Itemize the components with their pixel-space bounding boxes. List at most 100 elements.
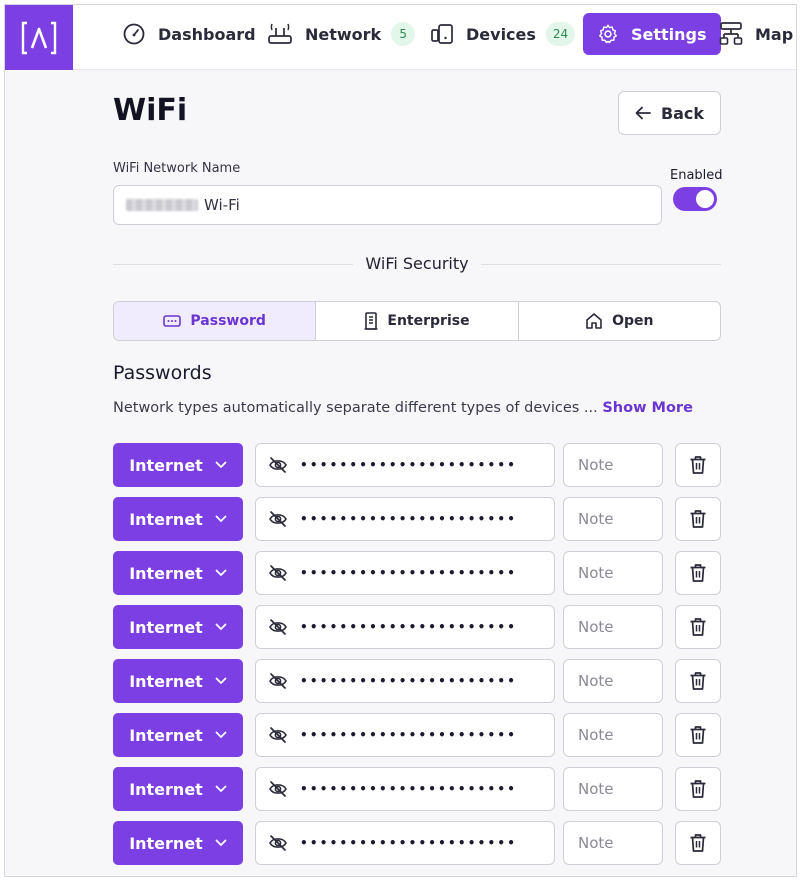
page-title: WiFi (113, 93, 188, 128)
eye-off-icon[interactable] (268, 834, 288, 852)
delete-button[interactable] (675, 551, 721, 595)
masked-password: •••••••••••••••••••••• (300, 566, 518, 580)
eye-off-icon[interactable] (268, 672, 288, 690)
password-field[interactable]: •••••••••••••••••••••• (255, 659, 555, 703)
delete-button[interactable] (675, 443, 721, 487)
note-input[interactable] (563, 605, 663, 649)
nav-devices[interactable]: Devices 24 (430, 13, 576, 55)
back-button[interactable]: Back (618, 91, 721, 135)
trash-icon (690, 726, 706, 744)
network-type-label: Internet (129, 779, 203, 799)
password-row: Internet •••••••••••••••••••••• (113, 605, 723, 649)
network-type-label: Internet (129, 671, 203, 691)
eye-off-icon[interactable] (268, 456, 288, 474)
eye-off-icon[interactable] (268, 618, 288, 636)
chevron-down-icon (215, 677, 227, 684)
note-input[interactable] (563, 443, 663, 487)
note-input[interactable] (563, 659, 663, 703)
security-option-enterprise[interactable]: Enterprise (316, 302, 519, 340)
password-row: Internet •••••••••••••••••••••• (113, 551, 723, 595)
nav-settings[interactable]: Settings (583, 13, 721, 55)
note-input[interactable] (563, 551, 663, 595)
network-type-dropdown[interactable]: Internet (113, 713, 243, 757)
eye-off-icon[interactable] (268, 780, 288, 798)
network-type-label: Internet (129, 725, 203, 745)
password-field[interactable]: •••••••••••••••••••••• (255, 767, 555, 811)
password-row: Internet •••••••••••••••••••••• (113, 497, 723, 541)
network-type-dropdown[interactable]: Internet (113, 443, 243, 487)
network-type-dropdown[interactable]: Internet (113, 767, 243, 811)
home-icon (586, 313, 602, 329)
masked-password: •••••••••••••••••••••• (300, 620, 518, 634)
passwords-heading: Passwords (113, 362, 212, 384)
note-input[interactable] (563, 497, 663, 541)
password-row: Internet •••••••••••••••••••••• (113, 713, 723, 757)
delete-button[interactable] (675, 713, 721, 757)
password-field[interactable]: •••••••••••••••••••••• (255, 497, 555, 541)
network-name-label: WiFi Network Name (113, 161, 241, 176)
nav-map[interactable]: Map (719, 13, 793, 55)
password-field[interactable]: •••••••••••••••••••••• (255, 605, 555, 649)
security-option-label: Enterprise (387, 313, 470, 329)
delete-button[interactable] (675, 605, 721, 649)
security-option-label: Open (612, 313, 654, 329)
eye-off-icon[interactable] (268, 510, 288, 528)
network-type-dropdown[interactable]: Internet (113, 551, 243, 595)
app-logo[interactable] (5, 5, 73, 70)
note-input[interactable] (563, 821, 663, 865)
enabled-label: Enabled (670, 168, 723, 183)
password-field[interactable]: •••••••••••••••••••••• (255, 713, 555, 757)
security-option-password[interactable]: Password (114, 302, 317, 340)
show-more-link[interactable]: Show More (602, 400, 693, 416)
network-type-dropdown[interactable]: Internet (113, 497, 243, 541)
eye-off-icon[interactable] (268, 726, 288, 744)
password-field[interactable]: •••••••••••••••••••••• (255, 551, 555, 595)
chevron-down-icon (215, 785, 227, 792)
delete-button[interactable] (675, 767, 721, 811)
masked-password: •••••••••••••••••••••• (300, 458, 518, 472)
network-type-dropdown[interactable]: Internet (113, 605, 243, 649)
trash-icon (690, 510, 706, 528)
gear-icon (599, 24, 617, 44)
chevron-down-icon (215, 515, 227, 522)
password-icon (163, 315, 182, 327)
password-list: Internet •••••••••••••••••••••• Internet (113, 443, 723, 875)
back-button-label: Back (660, 103, 705, 123)
nav-dashboard[interactable]: Dashboard (122, 13, 256, 55)
note-input[interactable] (563, 713, 663, 757)
nav-map-label: Map (755, 24, 794, 44)
security-option-open[interactable]: Open (519, 302, 720, 340)
chevron-down-icon (215, 623, 227, 630)
password-row: Internet •••••••••••••••••••••• (113, 443, 723, 487)
nav-dashboard-label: Dashboard (158, 24, 256, 44)
enabled-toggle[interactable] (673, 187, 717, 211)
network-type-label: Internet (129, 455, 203, 475)
nav-devices-label: Devices (466, 24, 536, 44)
network-type-dropdown[interactable]: Internet (113, 821, 243, 865)
delete-button[interactable] (675, 497, 721, 541)
masked-password: •••••••••••••••••••••• (300, 782, 518, 796)
password-row: Internet •••••••••••••••••••••• (113, 659, 723, 703)
delete-button[interactable] (675, 821, 721, 865)
description-text: Network types automatically separate dif… (113, 400, 598, 416)
nav-network[interactable]: Network 5 (267, 13, 416, 55)
network-name-input[interactable]: Wi-Fi (113, 185, 662, 225)
password-row: Internet •••••••••••••••••••••• (113, 821, 723, 865)
devices-icon (431, 24, 453, 44)
masked-password: •••••••••••••••••••••• (300, 836, 518, 850)
masked-password: •••••••••••••••••••••• (300, 512, 518, 526)
trash-icon (690, 456, 706, 474)
eye-off-icon[interactable] (268, 564, 288, 582)
password-field[interactable]: •••••••••••••••••••••• (255, 443, 555, 487)
network-type-dropdown[interactable]: Internet (113, 659, 243, 703)
nav-settings-label: Settings (631, 24, 707, 44)
network-name-value: Wi-Fi (204, 196, 240, 214)
trash-icon (690, 834, 706, 852)
router-icon (268, 23, 292, 44)
trash-icon (690, 780, 706, 798)
network-type-label: Internet (129, 617, 203, 637)
top-nav: Dashboard Network 5 Devices 24 Settings … (5, 5, 796, 70)
note-input[interactable] (563, 767, 663, 811)
password-field[interactable]: •••••••••••••••••••••• (255, 821, 555, 865)
delete-button[interactable] (675, 659, 721, 703)
